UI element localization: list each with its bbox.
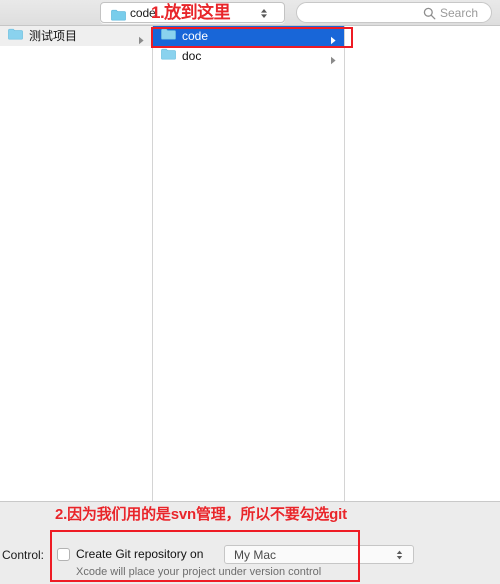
- list-item-label: code: [182, 29, 209, 43]
- chevron-right-icon: [138, 32, 145, 50]
- folder-icon: [161, 47, 176, 65]
- top-toolbar: code Search: [0, 0, 500, 26]
- version-control-help-text: Xcode will place your project under vers…: [76, 566, 322, 578]
- browser-column-3[interactable]: [345, 26, 500, 501]
- stepper-up-down-icon[interactable]: [394, 548, 405, 562]
- search-placeholder: Search: [440, 6, 479, 20]
- git-location-popup-button[interactable]: My Mac: [224, 545, 414, 564]
- list-item[interactable]: doc: [153, 46, 344, 66]
- annotation-step-1-text: 1.放到这里: [151, 3, 231, 22]
- list-item-label: doc: [182, 49, 202, 63]
- search-icon: [423, 7, 436, 25]
- folder-icon: [8, 27, 23, 45]
- folder-icon: [161, 27, 176, 45]
- create-git-repository-label: Create Git repository on: [76, 547, 204, 561]
- annotation-step-2-text: 2.因为我们用的是svn管理，所以不要勾选git: [55, 506, 347, 523]
- chevron-right-icon: [330, 52, 337, 70]
- column-browser: 测试项目 code doc: [0, 26, 500, 501]
- stepper-up-down-icon[interactable]: [258, 6, 270, 21]
- folder-icon: [111, 8, 126, 26]
- create-git-repository-checkbox[interactable]: [57, 548, 70, 561]
- search-input[interactable]: Search: [296, 2, 492, 23]
- browser-column-2[interactable]: code doc: [153, 26, 345, 501]
- list-item[interactable]: code: [153, 26, 344, 46]
- git-location-value: My Mac: [234, 548, 276, 562]
- list-item-label: 测试项目: [29, 29, 78, 43]
- source-control-label: Control:: [2, 548, 45, 562]
- list-item[interactable]: 测试项目: [0, 26, 152, 46]
- browser-column-1[interactable]: 测试项目: [0, 26, 153, 501]
